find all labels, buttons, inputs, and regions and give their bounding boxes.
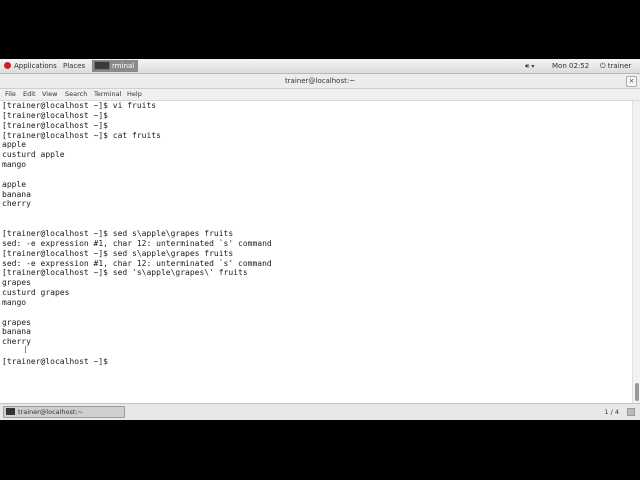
places-label: Places	[63, 62, 86, 70]
terminal-line: [trainer@localhost ~]$	[2, 110, 108, 120]
terminal-line: apple	[2, 179, 27, 189]
desktop-screen: Applications Places rminal 🔊︎ ▾ Mon 02:52…	[0, 59, 640, 420]
terminal-line: [trainer@localhost ~]$	[2, 356, 108, 366]
window-titlebar[interactable]: trainer@localhost:~ ×	[0, 74, 640, 89]
bottom-panel: trainer@localhost:~ 1 / 4	[0, 403, 640, 420]
menu-search[interactable]: Search	[65, 89, 87, 100]
terminal-line: [trainer@localhost ~]$ vi fruits	[2, 101, 157, 110]
menu-file[interactable]: File	[5, 89, 16, 100]
terminal-line: [trainer@localhost ~]$ sed 's\apple\grap…	[2, 268, 248, 278]
menu-edit[interactable]: Edit	[23, 89, 36, 100]
power-icon: ⏻	[600, 62, 606, 70]
chevron-down-icon: ▾	[531, 63, 535, 70]
terminal-line: banana	[2, 189, 31, 199]
user-label: trainer	[607, 62, 632, 70]
terminal-icon	[94, 60, 110, 70]
clock-label: Mon 02:52	[552, 62, 590, 70]
close-icon[interactable]: ×	[626, 76, 637, 87]
clock[interactable]: Mon 02:52	[552, 59, 589, 73]
terminal-line: sed: -e expression #1, char 12: untermin…	[2, 238, 272, 248]
top-panel: Applications Places rminal 🔊︎ ▾ Mon 02:52…	[0, 59, 640, 74]
terminal-scrollbar[interactable]	[632, 101, 640, 404]
terminal-line: apple	[2, 140, 27, 150]
terminal-line: grapes	[2, 278, 31, 288]
window-title: trainer@localhost:~	[284, 77, 356, 85]
scrollbar-thumb[interactable]	[635, 383, 639, 401]
volume-icon: 🔊︎	[525, 62, 530, 70]
terminal-lines: [trainer@localhost ~]$ vi fruits [trainer…	[2, 101, 272, 367]
terminal-line: cherry	[2, 337, 31, 347]
taskbar-terminal-button[interactable]: trainer@localhost:~	[3, 406, 125, 418]
applications-label: Applications	[14, 62, 57, 70]
terminal-output[interactable]: [trainer@localhost ~]$ vi fruits [trainer…	[0, 101, 632, 404]
terminal-line: [trainer@localhost ~]$ sed s\apple\grape…	[2, 248, 234, 258]
terminal-line: custurd apple	[2, 150, 65, 160]
active-app-label: rminal	[112, 62, 135, 70]
menu-view[interactable]: View	[42, 89, 57, 100]
terminal-line: mango	[2, 160, 27, 170]
user-menu[interactable]: ⏻ trainer	[600, 59, 631, 73]
terminal-line: [trainer@localhost ~]$ cat fruits	[2, 130, 161, 140]
menu-help[interactable]: Help	[127, 89, 142, 100]
terminal-line: custurd grapes	[2, 288, 70, 298]
terminal-line: grapes	[2, 317, 31, 327]
terminal-line: sed: -e expression #1, char 12: untermin…	[2, 258, 272, 268]
terminal-icon	[6, 407, 15, 415]
terminal-line: cherry	[2, 199, 31, 209]
menubar: File Edit View Search Terminal Help	[0, 89, 640, 101]
workspace-indicator[interactable]: 1 / 4	[604, 404, 619, 420]
applications-menu[interactable]: Applications	[4, 59, 57, 73]
applications-icon	[4, 61, 11, 69]
terminal-line: [trainer@localhost ~]$ sed s\apple\grape…	[2, 228, 234, 238]
terminal-line: mango	[2, 297, 27, 307]
mouse-cursor	[25, 346, 26, 353]
workspace-switcher-icon[interactable]	[627, 408, 635, 416]
places-menu[interactable]: Places	[63, 59, 85, 73]
taskbar-label: trainer@localhost:~	[18, 408, 84, 416]
terminal-line: banana	[2, 327, 31, 337]
active-app-terminal[interactable]: rminal	[92, 60, 139, 72]
menu-terminal[interactable]: Terminal	[94, 89, 121, 100]
volume-indicator[interactable]: 🔊︎ ▾	[525, 59, 534, 73]
terminal-line: [trainer@localhost ~]$	[2, 120, 108, 130]
